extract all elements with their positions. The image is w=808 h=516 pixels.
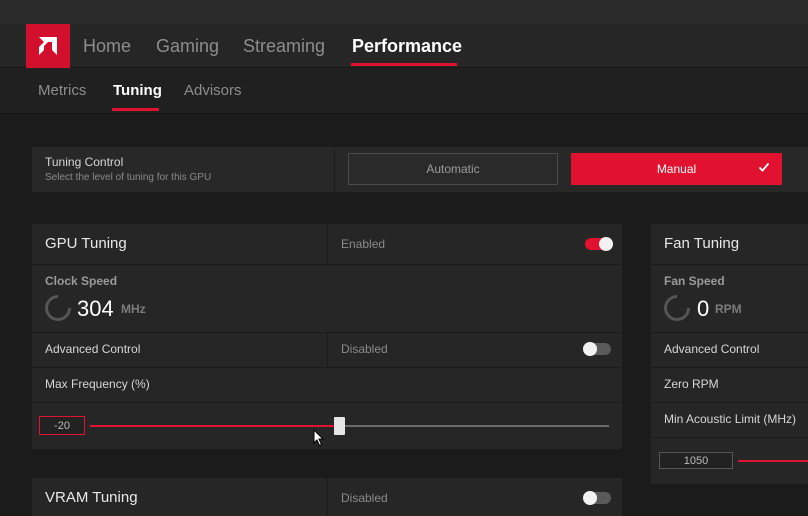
card-divider (327, 224, 328, 264)
clock-speed-unit: MHz (121, 302, 146, 316)
tab-tuning[interactable]: Tuning (113, 82, 162, 99)
manual-button-label: Manual (656, 162, 697, 176)
toggle-knob (583, 342, 597, 356)
advanced-control-status: Disabled (341, 342, 388, 356)
fan-speed-value: 0 (697, 296, 710, 321)
clock-speed-label: Clock Speed (45, 274, 118, 288)
card-divider (651, 332, 808, 333)
min-acoustic-limit-label: Min Acoustic Limit (MHz) (664, 412, 797, 426)
amd-logo-icon[interactable] (26, 24, 70, 68)
vram-tuning-toggle[interactable] (583, 491, 611, 505)
nav-tab-streaming[interactable]: Streaming (243, 36, 325, 57)
nav-active-indicator (351, 63, 457, 66)
card-divider (32, 367, 622, 368)
automatic-button-label: Automatic (426, 162, 480, 176)
nav-tab-home[interactable]: Home (83, 36, 131, 57)
card-divider (32, 264, 622, 265)
gpu-tuning-toggle[interactable] (585, 237, 613, 251)
max-frequency-label: Max Frequency (%) (45, 377, 150, 391)
row-divider (334, 147, 335, 192)
vram-tuning-title: VRAM Tuning (45, 489, 138, 506)
gpu-tuning-title: GPU Tuning (45, 235, 127, 252)
card-divider (327, 478, 328, 516)
clock-speed-value: 304 (77, 296, 114, 321)
gpu-tuning-status: Enabled (341, 237, 386, 251)
automatic-button[interactable]: Automatic (348, 153, 558, 185)
max-frequency-slider-thumb[interactable] (334, 417, 346, 435)
fan-tuning-title: Fan Tuning (664, 235, 740, 252)
min-acoustic-fill[interactable] (738, 460, 808, 462)
card-divider (327, 332, 328, 367)
advanced-control-label: Advanced Control (45, 342, 141, 356)
card-divider (32, 402, 622, 403)
manual-button[interactable]: Manual (571, 153, 782, 185)
tuning-control-subtitle: Select the level of tuning for this GPU (45, 172, 212, 183)
sub-active-indicator (112, 108, 159, 111)
checkmark-icon (758, 161, 770, 176)
tab-metrics[interactable]: Metrics (38, 82, 86, 99)
card-divider (651, 367, 808, 368)
card-divider (651, 264, 808, 265)
tuning-control-title: Tuning Control (45, 155, 124, 169)
card-divider (651, 402, 808, 403)
min-acoustic-input[interactable]: 1050 (659, 452, 733, 469)
max-frequency-fill (90, 425, 340, 427)
card-divider (651, 437, 808, 438)
toggle-knob (599, 237, 613, 251)
max-frequency-input[interactable]: -20 (39, 416, 85, 435)
fan-speed-unit: RPM (715, 302, 742, 316)
main-header: Home Gaming Streaming Performance (0, 24, 808, 68)
window-top-strip (0, 0, 808, 24)
fan-speed-label: Fan Speed (664, 274, 725, 288)
nav-tab-gaming[interactable]: Gaming (156, 36, 219, 57)
advanced-control-toggle[interactable] (583, 342, 611, 356)
zero-rpm-label: Zero RPM (664, 377, 719, 391)
vram-tuning-status: Disabled (341, 491, 388, 505)
mouse-cursor-icon (313, 429, 325, 447)
nav-tab-performance[interactable]: Performance (352, 36, 462, 57)
tab-advisors[interactable]: Advisors (184, 82, 242, 99)
fan-advanced-control-label: Advanced Control (664, 342, 760, 356)
toggle-knob (583, 491, 597, 505)
sub-nav: Metrics Tuning Advisors (0, 68, 808, 114)
